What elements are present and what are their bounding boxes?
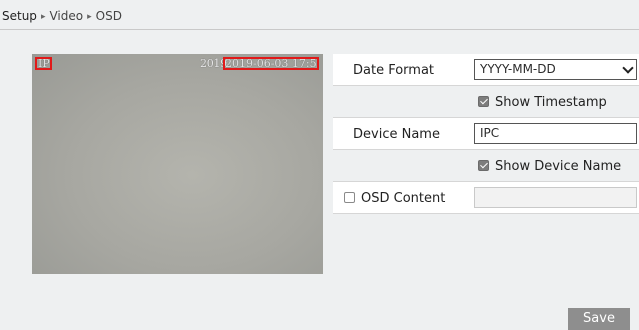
device-name-label: Device Name <box>353 127 440 142</box>
show-device-name-checkbox[interactable] <box>478 160 489 171</box>
osd-content-input[interactable] <box>474 187 637 208</box>
date-format-label: Date Format <box>353 63 435 78</box>
breadcrumb-setup[interactable]: Setup <box>2 9 37 23</box>
show-device-name-label: Show Device Name <box>495 159 622 174</box>
osd-content-row: OSD Content <box>333 182 639 214</box>
device-name-value: IPC <box>480 126 500 140</box>
chevron-down-icon <box>622 62 634 74</box>
save-button[interactable]: Save <box>568 308 630 330</box>
show-timestamp-checkbox[interactable] <box>478 96 489 107</box>
osd-content-checkbox[interactable] <box>344 192 355 203</box>
breadcrumb-separator-icon: ▸ <box>87 12 92 22</box>
breadcrumb-video[interactable]: Video <box>49 9 83 23</box>
osd-timestamp-boxed-text: 2019-06-03 17:56:50 <box>225 57 317 70</box>
date-format-row: Date Format YYYY-MM-DD <box>333 54 639 86</box>
osd-device-name-text: IPC <box>38 57 50 70</box>
breadcrumb-osd: OSD <box>95 9 122 23</box>
breadcrumb-separator-icon: ▸ <box>40 12 46 22</box>
device-name-row: Device Name IPC <box>333 118 639 150</box>
date-format-value: YYYY-MM-DD <box>480 62 556 76</box>
video-preview[interactable]: IPC 2019 2019-06-03 17:56:50 <box>32 54 323 274</box>
show-device-name-row: Show Device Name <box>333 150 639 182</box>
show-timestamp-label: Show Timestamp <box>495 95 607 110</box>
show-timestamp-row: Show Timestamp <box>333 86 639 118</box>
osd-timestamp-box[interactable]: 2019-06-03 17:56:50 <box>223 57 319 70</box>
date-format-select[interactable]: YYYY-MM-DD <box>474 59 637 80</box>
device-name-input[interactable]: IPC <box>474 123 637 144</box>
osd-device-name-box[interactable]: IPC <box>35 57 52 70</box>
osd-settings-form: Date Format YYYY-MM-DD Show Timestamp De… <box>333 54 639 214</box>
osd-content-label: OSD Content <box>361 191 446 206</box>
breadcrumb: Setup ▸ Video ▸ OSD <box>0 0 639 30</box>
